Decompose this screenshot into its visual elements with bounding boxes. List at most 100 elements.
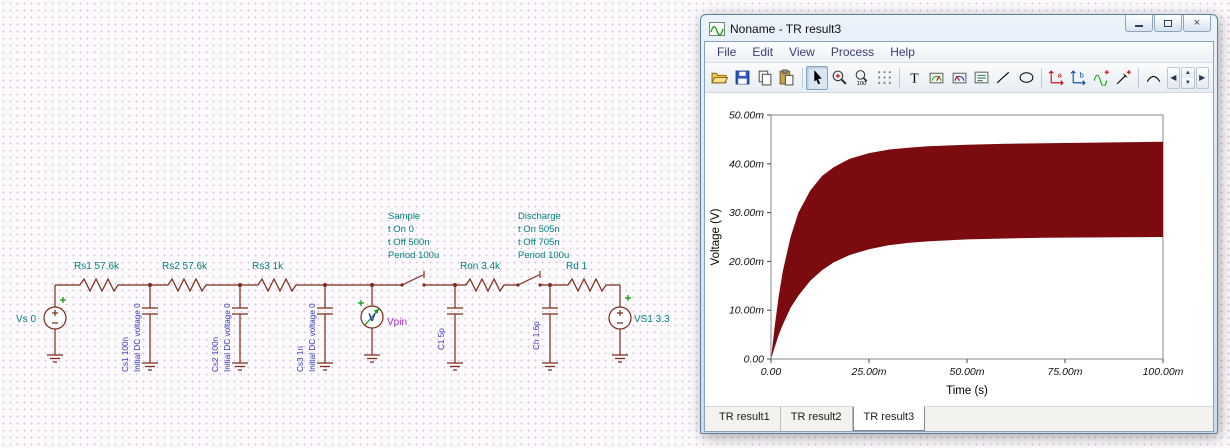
svg-text:b: b [1080, 71, 1084, 80]
y-axis-title: Voltage (V) [710, 208, 722, 265]
line-tool-button[interactable] [993, 66, 1014, 90]
menu-file[interactable]: File [709, 43, 744, 61]
select-button[interactable] [806, 65, 828, 90]
minimize-icon [1135, 25, 1143, 27]
legend-icon [974, 71, 989, 84]
spin-up-icon[interactable]: ▲ [1182, 67, 1194, 78]
resistor-rd[interactable] [563, 278, 611, 292]
paste-button[interactable] [776, 66, 797, 90]
menu-help[interactable]: Help [882, 43, 923, 61]
tab-tr-result2[interactable]: TR result2 [781, 407, 853, 431]
svg-text:Period 100u: Period 100u [518, 250, 569, 261]
save-icon [735, 70, 749, 85]
svg-text:t Off 500n: t Off 500n [388, 237, 430, 248]
menu-process[interactable]: Process [823, 43, 882, 61]
resistor-label-rs3: Rs3 1k [252, 261, 284, 272]
ellipse-tool-button[interactable] [1016, 66, 1037, 90]
meter-a-button[interactable] [926, 66, 947, 90]
voltmeter-vpin[interactable]: V [358, 285, 384, 363]
capacitor-sublabel-cs1: Initial DC voltage 0 [133, 303, 142, 372]
toolbar-separator [1041, 67, 1042, 88]
capacitor-label-cs1: Cs1 100n [121, 337, 130, 372]
switch-discharge[interactable] [513, 270, 545, 288]
toolbar-separator [1138, 67, 1140, 88]
copy-icon [758, 70, 772, 86]
capacitor-c1[interactable] [447, 285, 463, 370]
legend-button[interactable] [971, 66, 992, 90]
zoom-in-icon [832, 70, 847, 85]
capacitor-cs3[interactable] [317, 285, 333, 370]
switch-sample-params: Sample t On 0 t Off 500n Period 100u [388, 211, 439, 261]
titlebar[interactable]: Noname - TR result3 × [704, 15, 1214, 41]
svg-text:T: T [910, 70, 919, 85]
svg-text:40.00m: 40.00m [729, 158, 764, 170]
text-tool-button[interactable]: T [904, 66, 925, 90]
source-label-vs: Vs 0 [16, 314, 36, 325]
tab-tr-result1[interactable]: TR result1 [709, 407, 781, 431]
svg-text:75.00m: 75.00m [1047, 366, 1082, 378]
resistor-ron[interactable] [461, 278, 509, 292]
line-icon [997, 71, 1010, 84]
resistor-label-ron: Ron 3.4k [460, 261, 501, 272]
add-marker-button[interactable] [1113, 66, 1134, 90]
result-window: Noname - TR result3 × File Edit View Pro… [700, 14, 1218, 434]
grid-icon [877, 71, 891, 84]
result-tabbar: TR result1 TR result2 TR result3 [705, 406, 1213, 431]
toolbar-separator [801, 67, 803, 88]
svg-text:30.00m: 30.00m [729, 207, 764, 219]
spin-down-icon[interactable]: ▼ [1182, 77, 1194, 88]
svg-text:50.00m: 50.00m [729, 110, 764, 122]
voltage-source-vs[interactable] [44, 285, 66, 362]
save-button[interactable] [731, 66, 752, 90]
page-spinner[interactable]: ▲ ▼ [1181, 66, 1195, 89]
tab-tr-result3[interactable]: TR result3 [852, 406, 926, 431]
maximize-icon [1164, 19, 1172, 27]
add-curve-button[interactable] [1091, 66, 1112, 90]
resistor-label-rs1: Rs1 57.6k [74, 261, 120, 272]
svg-text:Discharge: Discharge [518, 211, 561, 222]
source-label-vs1: VS1 3.3 [634, 314, 670, 325]
resistor-rs3[interactable] [253, 278, 301, 292]
capacitor-ch[interactable] [542, 285, 558, 370]
schematic-canvas[interactable]: V Vs 0 VS1 3.3 Rs1 57.6k Rs2 57.6k Rs3 1… [0, 0, 700, 448]
zoom-in-button[interactable] [829, 66, 850, 90]
switch-sample[interactable] [397, 270, 429, 288]
axis-a-button[interactable]: a [1046, 66, 1067, 90]
resistor-label-rs2: Rs2 57.6k [162, 261, 208, 272]
next-page-button[interactable]: ▶ [1195, 66, 1209, 89]
paste-icon [779, 69, 794, 86]
grid-toggle-button[interactable] [874, 66, 895, 90]
copy-button[interactable] [754, 66, 775, 90]
voltmeter-symbol: V [368, 312, 376, 324]
svg-text:20.00m: 20.00m [728, 256, 764, 268]
menu-edit[interactable]: Edit [744, 43, 781, 61]
zoom-100-icon: 100 [855, 70, 868, 86]
maximize-button[interactable] [1154, 15, 1182, 32]
switch-discharge-params: Discharge t On 505n t Off 705n Period 10… [518, 211, 569, 261]
transient-chart[interactable]: 0.00 10.00m 20.00m 30.00m 40.00m 50.00m 0.00 25… [705, 93, 1215, 404]
zoom-100-button[interactable]: 100 [851, 66, 872, 90]
toolbar: 100 T a b ◀ ▲ ▼ ▶ [705, 63, 1213, 93]
axis-b-icon: b [1071, 70, 1087, 86]
capacitor-sublabel-cs3: Initial DC voltage 0 [308, 303, 317, 372]
svg-text:0.00: 0.00 [744, 354, 765, 366]
svg-text:Period 100u: Period 100u [388, 250, 439, 261]
resistor-rs2[interactable] [163, 278, 211, 292]
meter-b-button[interactable] [949, 66, 970, 90]
menu-view[interactable]: View [781, 43, 823, 61]
chart-area[interactable]: 0.00 10.00m 20.00m 30.00m 40.00m 50.00m 0.00 25… [705, 93, 1213, 406]
open-button[interactable] [709, 66, 730, 90]
text-tool-icon: T [910, 70, 919, 85]
ellipse-icon [1019, 72, 1034, 83]
minimize-button[interactable] [1125, 15, 1153, 32]
curve-icon [1147, 75, 1161, 83]
capacitor-cs2[interactable] [232, 285, 248, 370]
resistor-rs1[interactable] [75, 278, 123, 292]
interpolate-button[interactable] [1143, 66, 1164, 90]
capacitor-cs1[interactable] [142, 285, 158, 370]
prev-page-button[interactable]: ◀ [1166, 66, 1181, 89]
cursor-icon [813, 70, 822, 85]
marker-icon [1116, 70, 1132, 85]
axis-b-button[interactable]: b [1068, 66, 1089, 90]
close-button[interactable]: × [1183, 15, 1211, 32]
